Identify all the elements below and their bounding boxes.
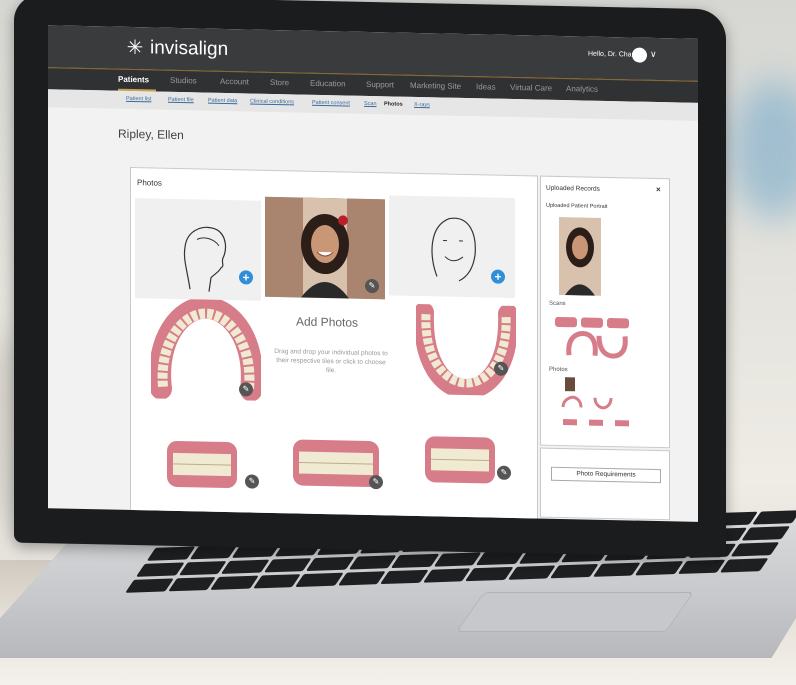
nav-item-virtual-care[interactable]: Virtual Care — [510, 83, 552, 93]
keyboard-key — [422, 568, 471, 583]
edit-pencil-icon[interactable]: ✎ — [245, 474, 259, 489]
right-bite-image — [167, 440, 237, 489]
crumb-patient-consent[interactable]: Patient consent — [312, 100, 350, 107]
background-blur-blue — [730, 80, 796, 220]
photos-panel-title: Photos — [137, 178, 162, 188]
uploaded-records-panel: Uploaded Records × Uploaded Patient Port… — [540, 175, 670, 449]
keyboard-key — [189, 545, 238, 560]
nav-item-marketing-site[interactable]: Marketing Site — [410, 81, 461, 91]
uploaded-portrait-label: Uploaded Patient Portrait — [546, 202, 608, 210]
add-photo-plus-icon[interactable]: + — [239, 270, 253, 285]
left-buccal-photo[interactable]: ✎ — [419, 426, 519, 498]
uploaded-records-title: Uploaded Records — [546, 184, 600, 193]
crumb-photos: Photos — [384, 101, 403, 108]
edit-pencil-icon[interactable]: ✎ — [497, 465, 511, 480]
edit-pencil-icon[interactable]: ✎ — [239, 382, 253, 397]
keyboard-key — [337, 571, 386, 586]
keyboard-key — [507, 565, 556, 580]
crumb-patient-file[interactable]: Patient file — [168, 97, 194, 104]
crumb-patient-list[interactable]: Patient list — [126, 96, 151, 103]
upper-occlusal-photo[interactable]: ✎ — [149, 296, 263, 402]
nav-item-education[interactable]: Education — [310, 79, 346, 89]
keyboard-key — [592, 562, 641, 577]
keyboard-key — [263, 558, 312, 573]
anterior-bite-photo[interactable]: ✎ — [287, 429, 397, 501]
photos-panel: Photos + ✎ + ✎ Add Photos Drag and drop … — [130, 166, 538, 522]
photo-thumbnails[interactable] — [561, 377, 641, 439]
keyboard-key — [433, 552, 482, 567]
nav-item-account[interactable]: Account — [220, 77, 249, 87]
keyboard-key — [210, 575, 259, 590]
keyboard-key — [220, 559, 270, 574]
close-icon[interactable]: × — [656, 185, 661, 194]
profile-photo-slot[interactable]: + — [135, 198, 261, 301]
nav-item-analytics[interactable]: Analytics — [566, 84, 598, 94]
sparkle-star-icon: ✳ — [126, 36, 144, 60]
crumb-clinical-conditions[interactable]: Clinical conditions — [250, 98, 294, 105]
nav-item-studios[interactable]: Studios — [170, 76, 197, 86]
keyboard-key — [677, 559, 727, 574]
brand-logo[interactable]: invisalign — [150, 37, 228, 61]
nav-item-patients[interactable]: Patients — [118, 75, 149, 85]
edit-pencil-icon[interactable]: ✎ — [365, 278, 379, 294]
keyboard-key — [178, 561, 227, 576]
keyboard-key — [348, 555, 397, 570]
left-bite-image — [425, 436, 495, 484]
keyboard-key — [146, 546, 195, 561]
edit-pencil-icon[interactable]: ✎ — [494, 361, 508, 376]
edit-pencil-icon[interactable]: ✎ — [369, 474, 383, 490]
add-photos-description: Drag and drop your individual photos to … — [274, 347, 388, 375]
lower-occlusal-photo[interactable]: ✎ — [413, 302, 519, 400]
keyboard-key — [391, 553, 440, 569]
scans-section-label: Scans — [549, 300, 566, 308]
profile-head-outline-icon — [183, 226, 227, 292]
keyboard-key — [752, 510, 796, 525]
keyboard-key — [135, 562, 185, 577]
crumb-patient-data[interactable]: Patient data — [208, 98, 237, 105]
laptop-trackpad — [455, 592, 695, 632]
anterior-bite-image — [293, 439, 379, 487]
keyboard-key — [167, 577, 216, 592]
keyboard-key — [550, 563, 599, 579]
add-photos-title: Add Photos — [296, 314, 359, 330]
chevron-down-icon[interactable]: ∨ — [650, 49, 657, 60]
right-buccal-photo[interactable]: ✎ — [161, 431, 261, 503]
scan-thumbnails[interactable] — [555, 311, 645, 363]
nav-item-store[interactable]: Store — [270, 78, 289, 87]
uploaded-portrait-thumbnail[interactable] — [559, 216, 601, 296]
keyboard-key — [635, 561, 684, 576]
nav-item-ideas[interactable]: Ideas — [476, 82, 496, 91]
crumb-x-rays[interactable]: X-rays — [414, 102, 430, 108]
keyboard-key — [305, 556, 355, 572]
nav-item-support[interactable]: Support — [366, 80, 394, 90]
photo-requirements-button[interactable]: Photo Requirements — [551, 466, 661, 484]
add-photo-plus-icon[interactable]: + — [491, 269, 505, 284]
frontal-portrait-slot[interactable]: ✎ — [265, 196, 385, 300]
keyboard-key — [295, 572, 344, 588]
keyboard-key — [380, 569, 429, 585]
crumb-scan[interactable]: Scan — [364, 101, 377, 107]
patient-name: Ripley, Ellen — [118, 126, 184, 143]
keyboard-key — [465, 566, 514, 582]
user-avatar[interactable] — [632, 47, 647, 63]
laptop-lid: ✳ invisalign Hello, Dr. Chang ∨ Patients… — [14, 0, 726, 558]
photos-section-label: Photos — [549, 366, 568, 374]
lower-arch-image — [413, 302, 519, 400]
photo-requirements-box: Photo Requirements — [540, 447, 670, 521]
laptop-screen: ✳ invisalign Hello, Dr. Chang ∨ Patients… — [48, 25, 698, 522]
keyboard-key — [125, 578, 174, 593]
smile-photo-slot[interactable]: + — [389, 195, 515, 299]
keyboard-key — [252, 574, 301, 589]
